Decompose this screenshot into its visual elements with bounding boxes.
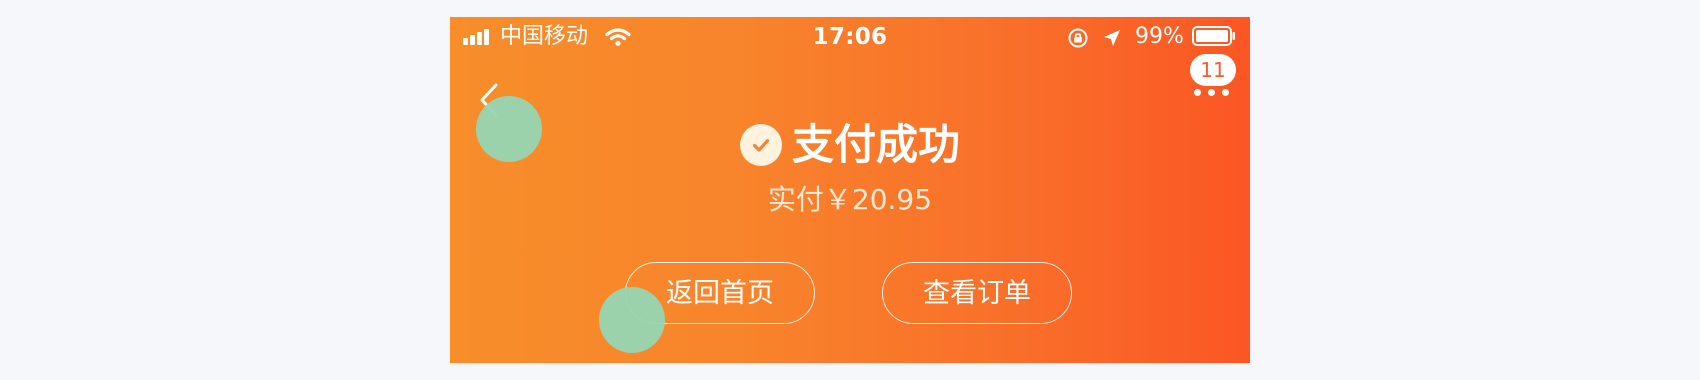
paid-amount: 实付￥20.95: [767, 183, 933, 216]
check-icon: [752, 139, 770, 152]
view-orders-button[interactable]: 查看订单: [882, 262, 1072, 324]
orientation-lock-icon: [1068, 28, 1088, 48]
check-circle-icon: [739, 124, 782, 166]
payment-success-screen: 中国移动 17:06 99% 11 支付成功 实付￥20.95 返回首页 查看订…: [450, 17, 1250, 363]
location-icon: [1104, 30, 1120, 46]
more-button[interactable]: 11: [1182, 54, 1236, 116]
status-time: 17:06: [812, 24, 888, 50]
payment-status: 支付成功: [450, 120, 1250, 170]
touch-indicator: [476, 96, 542, 162]
more-dots-icon: [1192, 89, 1232, 97]
touch-indicator: [599, 287, 665, 353]
payment-success-title: 支付成功: [791, 120, 960, 169]
notification-badge: 11: [1190, 54, 1236, 86]
status-bar: 中国移动 17:06 99%: [450, 17, 1250, 57]
battery-icon: [1192, 26, 1235, 46]
battery-percent: 99%: [1135, 24, 1184, 49]
